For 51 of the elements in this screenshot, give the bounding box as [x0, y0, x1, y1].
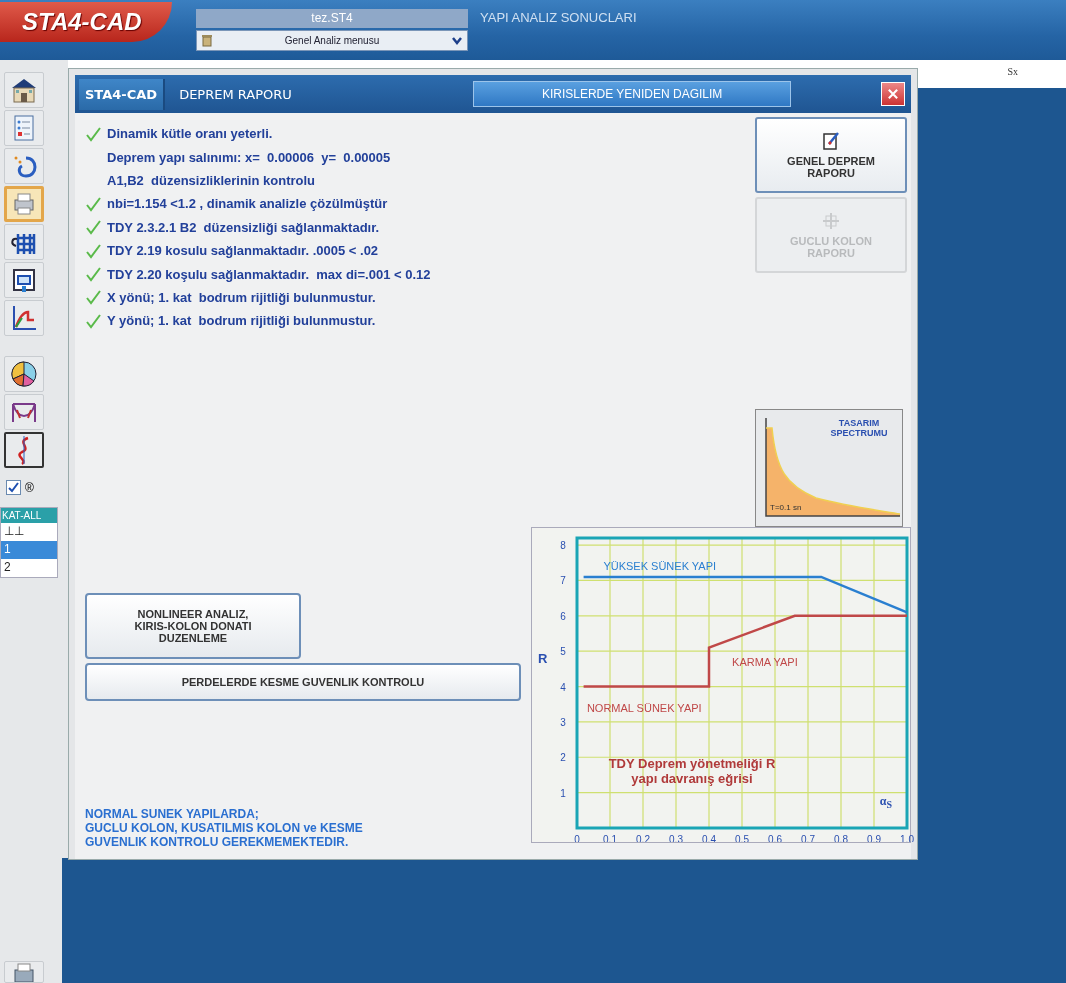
file-name: tez.ST4 [196, 9, 468, 28]
action-button[interactable]: PERDELERDE KESME GUVENLIK KONTROLU [85, 663, 521, 701]
check-result: A1,B2 düzensizliklerinin kontrolu [107, 172, 316, 188]
tick-label: 2 [560, 752, 566, 764]
axis-label: α$_{S}$ [879, 794, 892, 811]
check-result: Deprem yapı salınımı: x= 0.00006 y= 0.00005 [107, 149, 391, 165]
check-result: TDY 2.19 kosulu sağlanmaktadır. .0005 < .02 [107, 243, 379, 259]
spectrum-button[interactable]: TASARIM SPECTRUMU T=0.1 sn [755, 409, 903, 527]
tick-label: 6 [560, 610, 566, 622]
axis-label: R [538, 651, 548, 666]
note-text: GUCLU KOLON, KUSATILMIS KOLON ve KESME GUVENLIK KONTROLU GEREKMEMEKTEDIR. [85, 821, 364, 849]
close-icon [888, 88, 898, 100]
check-result: TDY 2.3.2.1 B2 düzensizliği sağlanmaktadır. [107, 219, 380, 235]
action-button[interactable]: NONLINEER ANALIZ, KIRIS-KOLON DONATI DUZENLEME [85, 593, 301, 659]
checkbox[interactable] [6, 480, 21, 495]
check-result: X yönü; 1. kat bodrum rijitliği bulunmustur. [107, 289, 376, 305]
check-icon [8, 482, 19, 493]
redistribution-button[interactable]: KIRISLERDE YENIDEN DAGILIM [473, 81, 792, 107]
check-result: TDY 2.20 koşulu sağlanmaktadır. max di=.001 < 0.12 [107, 266, 431, 282]
tool-button[interactable] [4, 432, 44, 468]
pie-chart-icon [8, 358, 40, 390]
report-button[interactable]: GENEL DEPREM RAPORU [755, 117, 907, 193]
tick-label: 4 [560, 681, 566, 693]
tick-label: 7 [560, 575, 566, 587]
curve-label: NORMAL SÜNEK YAPI [586, 701, 702, 714]
close-button[interactable] [881, 82, 905, 106]
note-text: NORMAL SUNEK YAPILARDA; [85, 807, 260, 821]
crosshair-icon [821, 211, 841, 231]
check-result: Y yönü; 1. kat bodrum rijitliği bulunmustur. [107, 313, 376, 329]
tick-label: 8 [560, 540, 566, 552]
list-item[interactable]: ⊥⊥ [1, 523, 57, 541]
checkbox-label: ® [25, 480, 34, 495]
edit-document-icon [821, 131, 841, 151]
list-item[interactable]: 1 [1, 541, 57, 559]
trash-icon [201, 34, 213, 47]
curve-label: YÜKSEK SÜNEK YAPI [603, 560, 717, 573]
tick-label: 5 [560, 646, 566, 658]
tick-label: 1 [560, 787, 566, 799]
check-result: Dinamik kütle oranı yeterli. [107, 126, 273, 142]
list-header: KAT-ALL [1, 508, 57, 523]
curve-label: KARMA YAPI [732, 655, 798, 668]
check-result: nbi=1.154 <1.2 , dinamik analizle çözülmüştür [107, 196, 388, 212]
tick-label: 3 [560, 716, 566, 728]
menu-dropdown[interactable]: Genel Analiz menusu [196, 30, 468, 51]
chevron-down-icon [451, 35, 463, 46]
window-title: YAPI ANALIZ SONUCLARI [480, 10, 637, 25]
app-logo: STA4-CAD [0, 2, 172, 42]
axis-label: Sx [1007, 66, 1018, 77]
chart-title: TDY Deprem yönetmeliği R yapı davranış eğrisi [607, 756, 777, 786]
dialog-title: DEPREM RAPORU [179, 86, 293, 102]
list-item[interactable]: 2 [1, 559, 57, 577]
